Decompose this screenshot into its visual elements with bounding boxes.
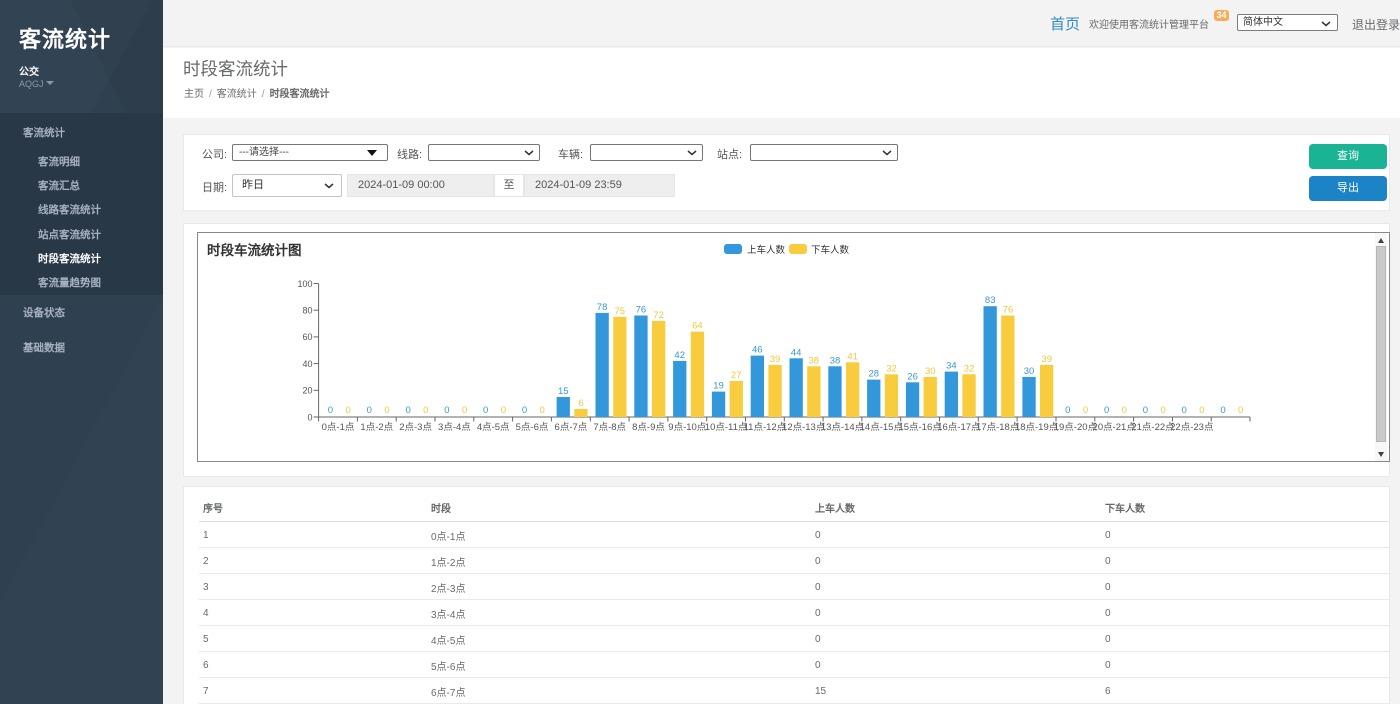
svg-text:0: 0 [423, 405, 428, 416]
svg-text:0: 0 [1065, 405, 1070, 416]
svg-text:72: 72 [653, 310, 664, 321]
svg-text:83: 83 [985, 295, 996, 306]
svg-text:39: 39 [770, 354, 781, 365]
svg-text:22点-23点: 22点-23点 [1170, 422, 1214, 433]
svg-text:27: 27 [731, 370, 742, 381]
svg-text:11点-12点: 11点-12点 [744, 422, 787, 433]
svg-text:15: 15 [558, 386, 569, 397]
svg-text:4点-5点: 4点-5点 [477, 422, 510, 433]
svg-text:14点-15点: 14点-15点 [860, 422, 904, 433]
svg-text:46: 46 [752, 345, 763, 356]
svg-text:34: 34 [946, 361, 957, 372]
svg-text:76: 76 [636, 305, 647, 316]
svg-text:80: 80 [302, 306, 312, 316]
svg-text:38: 38 [809, 355, 820, 366]
svg-text:0: 0 [1083, 405, 1088, 416]
svg-text:9点-10点: 9点-10点 [668, 422, 707, 433]
svg-text:60: 60 [302, 332, 312, 342]
svg-text:0: 0 [1122, 405, 1127, 416]
svg-text:10点-11点: 10点-11点 [705, 422, 748, 433]
svg-text:3点-4点: 3点-4点 [438, 422, 471, 433]
svg-text:18点-19点: 18点-19点 [1015, 422, 1059, 433]
svg-text:0: 0 [462, 405, 467, 416]
svg-text:26: 26 [907, 371, 918, 382]
svg-text:0: 0 [346, 405, 351, 416]
svg-text:21点-22点: 21点-22点 [1131, 422, 1175, 433]
svg-text:19点-20点: 19点-20点 [1054, 422, 1098, 433]
svg-text:6: 6 [578, 398, 583, 409]
svg-text:5点-6点: 5点-6点 [516, 422, 549, 433]
svg-text:0: 0 [1104, 405, 1109, 416]
svg-text:78: 78 [597, 302, 608, 313]
svg-text:42: 42 [674, 350, 685, 361]
svg-text:0: 0 [367, 405, 372, 416]
svg-text:20点-21点: 20点-21点 [1093, 422, 1137, 433]
svg-text:38: 38 [830, 355, 841, 366]
svg-text:8点-9点: 8点-9点 [632, 422, 665, 433]
svg-text:17点-18点: 17点-18点 [976, 422, 1020, 433]
svg-text:32: 32 [886, 363, 897, 374]
svg-text:19: 19 [713, 381, 724, 392]
svg-text:2点-3点: 2点-3点 [399, 422, 432, 433]
svg-text:0: 0 [384, 405, 389, 416]
svg-text:76: 76 [1003, 305, 1014, 316]
svg-text:100: 100 [297, 279, 312, 289]
svg-text:0: 0 [1199, 405, 1204, 416]
svg-text:64: 64 [692, 321, 703, 332]
svg-text:0: 0 [444, 405, 449, 416]
svg-text:12点-13点: 12点-13点 [782, 422, 826, 433]
svg-text:28: 28 [869, 369, 880, 380]
svg-text:15点-16点: 15点-16点 [898, 422, 942, 433]
svg-text:0: 0 [501, 405, 506, 416]
svg-text:0: 0 [1238, 405, 1243, 416]
svg-text:7点-8点: 7点-8点 [593, 422, 626, 433]
svg-text:30: 30 [925, 366, 936, 377]
svg-text:0: 0 [540, 405, 545, 416]
svg-text:75: 75 [615, 306, 626, 317]
svg-text:32: 32 [964, 363, 975, 374]
svg-text:13点-14点: 13点-14点 [821, 422, 865, 433]
svg-text:40: 40 [302, 359, 312, 369]
svg-text:20: 20 [302, 386, 312, 396]
svg-text:0: 0 [307, 412, 312, 422]
svg-text:44: 44 [791, 347, 802, 358]
svg-text:0: 0 [405, 405, 410, 416]
svg-text:16点-17点: 16点-17点 [937, 422, 981, 433]
svg-text:30: 30 [1024, 366, 1035, 377]
svg-text:0: 0 [483, 405, 488, 416]
svg-text:0: 0 [522, 405, 527, 416]
svg-text:0点-1点: 0点-1点 [322, 422, 355, 433]
svg-text:6点-7点: 6点-7点 [555, 422, 588, 433]
svg-text:41: 41 [847, 351, 858, 362]
svg-text:0: 0 [1182, 405, 1187, 416]
svg-text:1点-2点: 1点-2点 [360, 422, 393, 433]
svg-text:0: 0 [1160, 405, 1165, 416]
svg-text:39: 39 [1041, 354, 1052, 365]
svg-text:0: 0 [1220, 405, 1225, 416]
svg-text:0: 0 [1143, 405, 1148, 416]
svg-text:0: 0 [328, 405, 333, 416]
